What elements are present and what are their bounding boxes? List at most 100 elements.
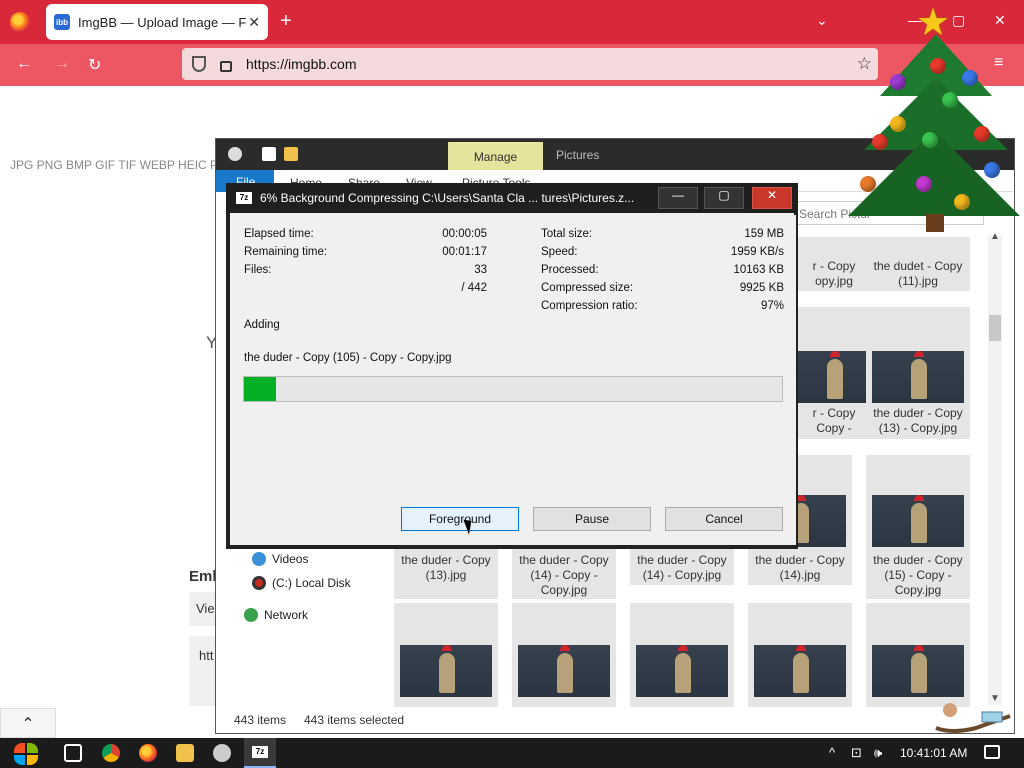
explorer-app-icon[interactable] [228,147,242,161]
ornament-icon [890,74,906,90]
ornament-icon [930,58,946,74]
notification-center-icon[interactable] [984,745,1000,759]
window-title-pictures: Pictures [556,148,600,162]
compression-progress-bar [243,376,783,402]
foreground-button[interactable]: Foreground [401,507,519,531]
windows-taskbar: 7z ^ ⊡ 🕪 10:41:01 AM [0,738,1024,768]
scrollbar-thumb[interactable] [989,315,1001,341]
nav-item-local-disk[interactable]: (C:) Local Disk [272,576,351,590]
compressed-size-label: Compressed size: [541,282,634,294]
tree-trunk [926,214,944,232]
url-text[interactable]: https://imgbb.com [246,56,357,72]
speed-label: Speed: [541,246,578,258]
file-caption: the duder - Copy [401,553,491,567]
file-caption: (13).jpg [425,568,467,582]
explorer-scrollbar[interactable]: ▲ ▼ [988,231,1002,705]
forward-arrow-icon[interactable]: → [54,55,70,73]
new-folder-icon[interactable] [284,147,298,161]
file-caption: (13) - Copy.jpg [878,421,958,435]
network-tray-icon[interactable]: ⊡ [851,745,862,761]
ornament-icon [962,70,978,86]
image-thumbnail [754,645,846,697]
ornament-icon [954,194,970,210]
file-caption: (14).jpg [779,568,821,582]
total-size-value: 159 MB [744,228,784,240]
file-tile[interactable] [630,603,734,707]
dialog-close-button[interactable]: ✕ [752,187,792,209]
ornament-icon [916,176,932,192]
tab-title: ImgBB — Upload Image — Free [78,14,246,30]
progress-fill [244,377,277,401]
url-bar[interactable]: https://imgbb.com ☆ [182,48,878,80]
nav-item-network[interactable]: Network [264,608,308,622]
compress-progress-dialog: 7z 6% Background Compressing C:\Users\Sa… [226,183,798,549]
start-button[interactable] [10,741,44,767]
speed-value: 1959 KB/s [730,246,784,258]
current-file-name: the duder - Copy (105) - Copy - Copy.jpg [244,352,452,364]
tab-manage[interactable]: Manage [448,142,543,170]
christmas-tree-decoration: ★ [846,0,1024,234]
reload-icon[interactable]: ↻ [88,55,101,75]
pause-button[interactable]: Pause [533,507,651,531]
files-label: Files: [244,264,272,276]
lock-icon[interactable] [220,60,232,72]
file-caption: (15) - Copy - [884,568,952,582]
ornament-icon [974,126,990,142]
file-tile[interactable]: the duder - Copy (15) - Copy - Copy.jpg [866,455,970,599]
back-arrow-icon[interactable]: ← [16,55,32,73]
tracking-shield-icon[interactable] [192,56,206,72]
status-item-count: 443 items [234,713,287,727]
file-caption: Copy.jpg [540,583,588,597]
remaining-time-value: 00:01:17 [442,246,487,258]
list-all-tabs-chevron-icon[interactable]: ⌄ [816,12,828,29]
file-caption: (14) - Copy - [530,568,598,582]
remaining-time-label: Remaining time: [244,246,328,258]
file-caption: Copy.jpg [894,583,942,597]
7zip-taskbar-button[interactable]: 7z [244,738,276,768]
properties-icon[interactable] [262,147,276,161]
7zip-icon: 7z [236,192,252,204]
tab-imgbb[interactable]: ibb ImgBB — Upload Image — Free ✕ [46,4,268,40]
file-tile[interactable]: the duder - Copy (13) - Copy.jpg [866,307,970,439]
image-thumbnail [872,645,964,697]
task-view-icon[interactable] [64,744,82,762]
tray-overflow-icon[interactable]: ^ [829,745,835,760]
scroll-top-button[interactable]: ⌃ [0,708,56,738]
file-caption: (11).jpg [898,274,938,288]
firefox-taskbar-icon[interactable] [139,744,157,762]
network-tool-icon[interactable] [213,744,231,762]
operation-status: Adding [244,319,280,331]
tab-close-icon[interactable]: ✕ [248,14,260,31]
drive-icon [252,576,266,590]
sled-decoration [932,698,1018,738]
chrome-icon[interactable] [102,744,120,762]
file-tile[interactable] [512,603,616,707]
supported-formats-text: JPG PNG BMP GIF TIF WEBP HEIC PD [10,158,227,172]
file-tile[interactable] [748,603,852,707]
dialog-body: Elapsed time: 00:00:05 Remaining time: 0… [232,215,796,545]
dialog-title-bar: 7z 6% Background Compressing C:\Users\Sa… [226,183,798,213]
file-tile[interactable] [394,603,498,707]
taskbar-clock[interactable]: 10:41:01 AM [900,746,967,760]
ornament-icon [942,92,958,108]
compression-ratio-label: Compression ratio: [541,300,638,312]
tree-star-icon: ★ [916,2,951,44]
ornament-icon [922,132,938,148]
dialog-maximize-button[interactable]: ▢ [704,187,744,209]
ornament-icon [890,116,906,132]
volume-icon[interactable]: 🕪 [874,745,882,761]
processed-value: 10163 KB [733,264,784,276]
file-caption: the dudet - Copy [873,259,963,273]
firefox-icon[interactable] [10,12,30,32]
nav-item-videos[interactable]: Videos [272,552,308,566]
file-tile[interactable] [866,603,970,707]
file-tile[interactable]: the dudet - Copy (11).jpg [866,237,970,291]
video-icon [252,552,266,566]
cancel-button[interactable]: Cancel [665,507,783,531]
new-tab-button[interactable]: + [280,10,292,33]
ornament-icon [860,176,876,192]
elapsed-time-label: Elapsed time: [244,228,314,240]
dialog-minimize-button[interactable]: — [658,187,698,209]
imgbb-favicon-icon: ibb [54,14,70,30]
file-explorer-icon[interactable] [176,744,194,762]
